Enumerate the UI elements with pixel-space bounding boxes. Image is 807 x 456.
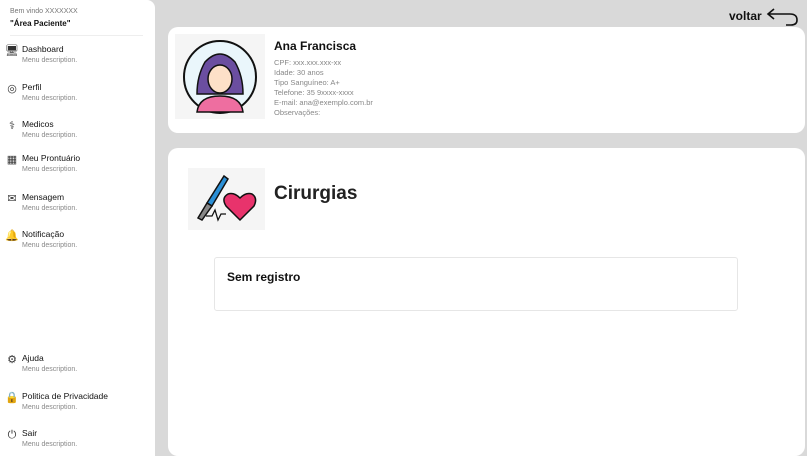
item-desc: Menu description. [22,404,78,411]
item-desc: Menu description. [22,57,78,64]
sidebar-item-notificacao[interactable]: 🔔 Notificação Menu description. [4,229,77,249]
item-label: Meu Prontuário [22,153,81,163]
item-desc: Menu description. [22,441,78,448]
cpf: CPF: xxx.xxx.xxx-xx [274,58,342,67]
dashboard-icon: 🖥 [5,45,19,57]
surgery-icon [188,168,265,230]
section-title: Cirurgias [274,183,358,204]
item-desc: Menu description. [22,132,78,139]
item-desc: Menu description. [22,366,78,373]
item-label: Dashboard [22,44,64,54]
back-label: voltar [729,9,762,23]
patient-name: Ana Francisca [274,39,357,53]
bell-icon: 🔔 [5,230,19,242]
email: E-mail: ana@exemplo.com.br [274,98,373,107]
item-desc: Menu description. [22,242,78,249]
area-title: "Área Paciente" [10,19,71,28]
welcome-text: Bem vindo XXXXXXX [10,8,78,15]
sidebar-item-sair[interactable]: ⏻ Sair Menu description. [4,428,78,448]
item-label: Medicos [22,119,54,129]
help-icon: ⚙ [7,354,17,366]
item-label: Perfil [22,82,42,92]
back-arrow-icon [766,8,798,26]
sidebar-item-privacidade[interactable]: 🔒 Politica de Privacidade Menu description… [4,391,108,411]
sidebar-item-dashboard[interactable]: 🖥 Dashboard Menu description. [4,44,77,64]
item-desc: Menu description. [22,95,78,102]
item-label: Mensagem [22,192,65,202]
sidebar-item-mensagem[interactable]: ✉ Mensagem Menu description. [4,192,77,212]
sidebar-item-prontuario[interactable]: ▦ Meu Prontuário Menu description. [4,153,80,173]
records-icon: ▦ [6,154,18,166]
sidebar-item-ajuda[interactable]: ⚙ Ajuda Menu description. [4,353,77,373]
back-button[interactable]: voltar [729,5,800,27]
notes: Observações: [274,108,321,117]
lock-icon: 🔒 [5,392,19,404]
item-label: Ajuda [22,353,44,363]
item-label: Notificação [22,229,65,239]
item-label: Politica de Privacidade [22,391,108,401]
surgeries-card: Cirurgias Sem registro [168,148,805,456]
item-desc: Menu description. [22,166,78,173]
item-desc: Menu description. [22,205,78,212]
patient-avatar-icon [183,40,257,114]
doctors-icon: ⚕ [9,120,15,132]
messages-icon: ✉ [7,193,17,205]
sidebar-item-medicos[interactable]: ⚕ Medicos Menu description. [4,119,77,139]
sidebar: Bem vindo XXXXXXX "Área Paciente" 🖥 Dashb… [0,0,155,456]
patient-info: CPF: xxx.xxx.xxx-xx Idade: 30 anos Tipo … [274,58,373,118]
empty-state: Sem registro [214,257,738,311]
blood-type: Tipo Sanguíneo: A+ [274,78,340,87]
age: Idade: 30 anos [274,68,324,77]
user-icon: ◎ [7,83,17,95]
phone: Telefone: 35 9xxxx-xxxx [274,88,354,97]
avatar [175,34,265,119]
sidebar-item-perfil[interactable]: ◎ Perfil Menu description. [4,82,77,102]
profile-card: Ana Francisca CPF: xxx.xxx.xxx-xx Idade:… [168,27,805,133]
item-label: Sair [22,428,38,438]
divider [10,35,143,36]
power-icon: ⏻ [7,429,17,441]
